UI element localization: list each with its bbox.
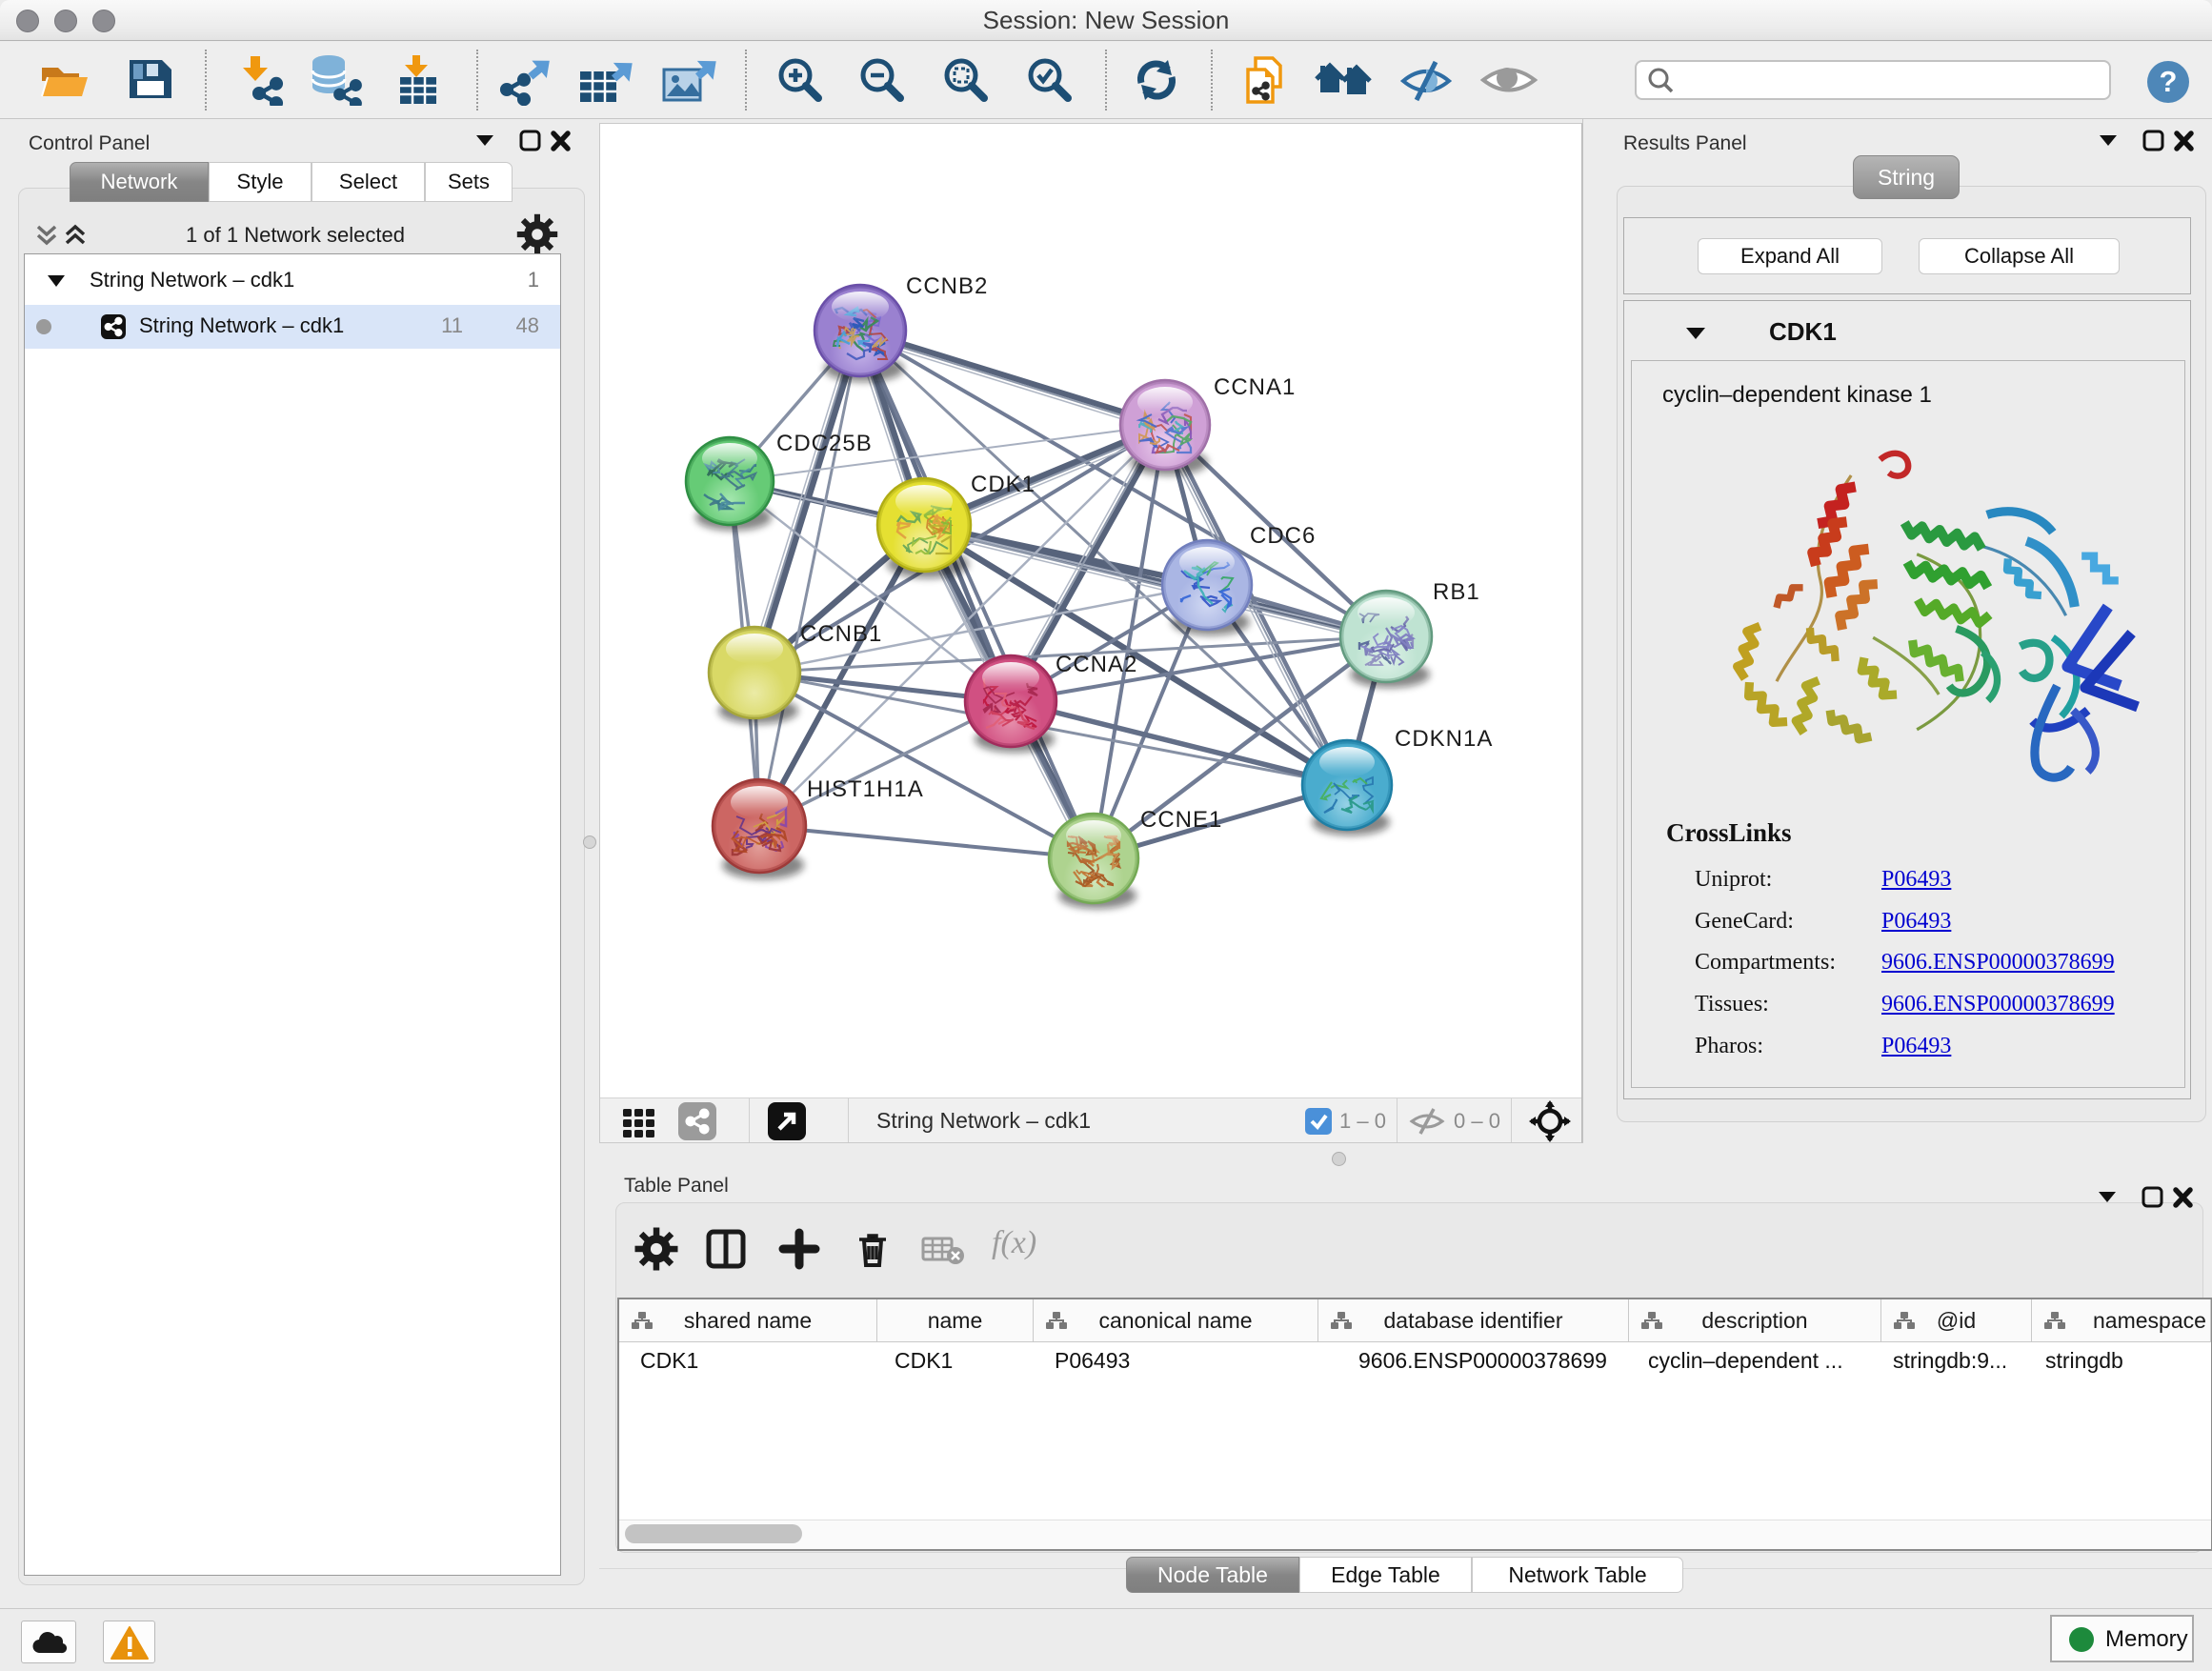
svg-text:CDC6: CDC6 (1250, 523, 1316, 549)
svg-text:CDKN1A: CDKN1A (1395, 726, 1493, 752)
svg-text:CCNA1: CCNA1 (1214, 374, 1296, 400)
svg-text:CCNB1: CCNB1 (800, 621, 882, 647)
svg-text:CCNE1: CCNE1 (1140, 807, 1222, 833)
svg-text:CCNB2: CCNB2 (906, 273, 988, 299)
svg-text:RB1: RB1 (1433, 579, 1480, 605)
svg-text:CCNA2: CCNA2 (1056, 652, 1137, 677)
svg-text:CDC25B: CDC25B (776, 431, 873, 456)
svg-text:CDK1: CDK1 (971, 472, 1036, 497)
svg-text:HIST1H1A: HIST1H1A (807, 776, 924, 802)
